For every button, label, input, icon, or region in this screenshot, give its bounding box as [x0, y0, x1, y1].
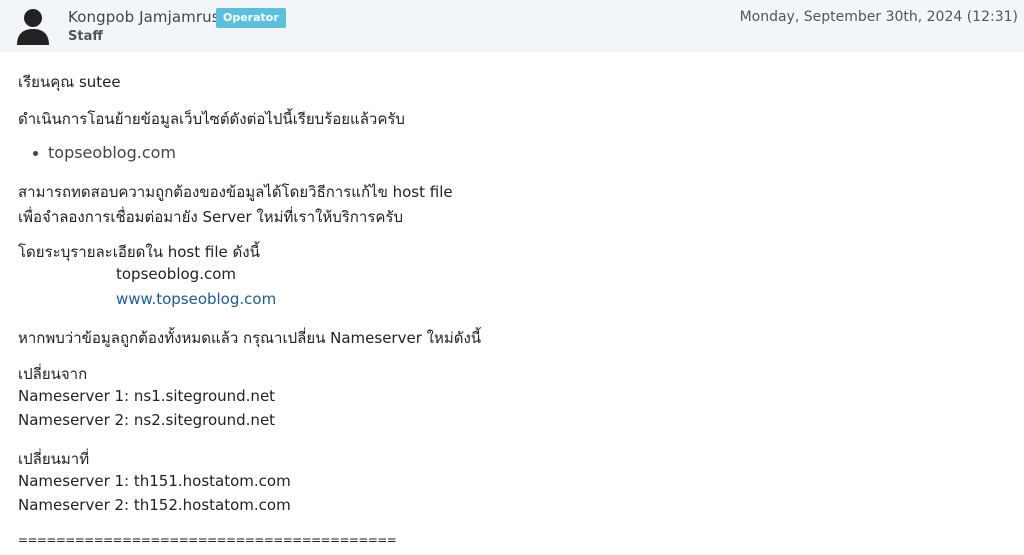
new-nameserver-1: Nameserver 1: th151.hostatom.com [18, 472, 291, 490]
test-instruction-line-2: เพื่อจำลองการเชื่อมต่อมายัง Server ใหม่ท… [18, 208, 403, 226]
change-to-label: เปลี่ยนมาที่ [18, 450, 90, 468]
message-header: Kongpob Jamjamrus Operator Staff Monday,… [0, 0, 1024, 52]
domain-name: topseoblog.com [48, 143, 176, 162]
nameserver-instruction: หากพบว่าข้อมูลถูกต้องทั้งหมดแล้ว กรุณาเป… [18, 329, 482, 347]
separator-line: ======================================== [18, 533, 397, 547]
new-nameserver-2: Nameserver 2: th152.hostatom.com [18, 496, 291, 514]
intro-text: ดำเนินการโอนย้ายข้อมูลเว็บไซต์ดังต่อไปนี… [18, 110, 405, 128]
host-entry: topseoblog.com [116, 265, 236, 283]
post-date: Monday, September 30th, 2024 (12:31) [739, 9, 1018, 25]
host-file-intro: โดยระบุรายละเอียดใน host file ดังนี้ [18, 243, 260, 261]
host-entry-link-row: www.topseoblog.com [116, 290, 276, 308]
domain-list-item: topseoblog.com [33, 143, 176, 162]
role-badge: Operator [216, 8, 286, 28]
host-entry-link[interactable]: www.topseoblog.com [116, 290, 276, 308]
old-nameserver-1: Nameserver 1: ns1.siteground.net [18, 387, 276, 405]
author-name[interactable]: Kongpob Jamjamrus [68, 8, 220, 26]
test-instruction-line-1: สามารถทดสอบความถูกต้องของข้อมูลได้โดยวิธ… [18, 183, 453, 201]
bullet-icon [33, 151, 38, 156]
old-nameserver-2: Nameserver 2: ns2.siteground.net [18, 411, 276, 429]
greeting-text: เรียนคุณ sutee [18, 73, 121, 91]
user-avatar-icon [17, 9, 49, 45]
author-role: Staff [68, 29, 103, 44]
change-from-label: เปลี่ยนจาก [18, 365, 88, 383]
